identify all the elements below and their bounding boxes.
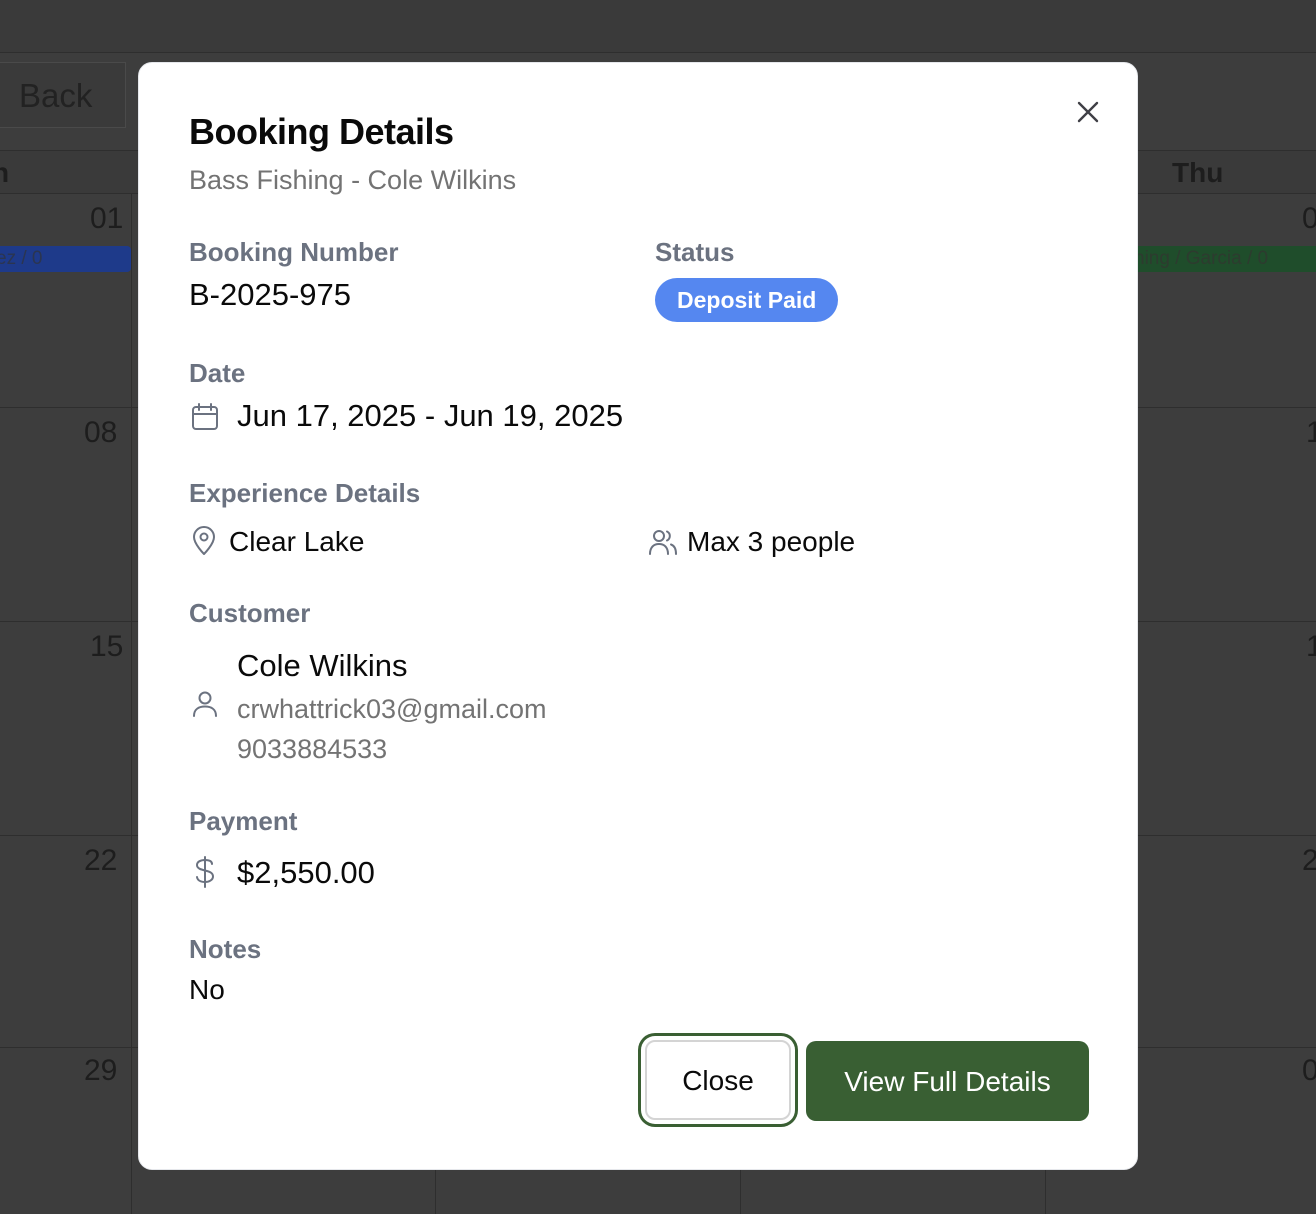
date-number: 01 — [90, 202, 124, 235]
customer-phone: 9033884533 — [237, 734, 388, 764]
notes-value: No — [189, 974, 225, 1005]
users-icon — [649, 530, 677, 555]
calendar-event[interactable]: ez / 0 — [0, 246, 131, 272]
location: Clear Lake — [229, 526, 365, 557]
date-label: Date — [189, 358, 246, 388]
status-label: Status — [655, 237, 735, 267]
customer-email: crwhattrick03@gmail.com — [237, 694, 547, 724]
dialog-title: Booking Details — [189, 111, 454, 152]
date-number: 1 — [1306, 630, 1316, 663]
date-number: 0 — [1302, 1054, 1316, 1087]
dialog-subtitle: Bass Fishing - Cole Wilkins — [189, 165, 517, 195]
date-number: 2 — [1302, 844, 1316, 877]
calendar-event[interactable]: hing / Garcia / 0 — [1128, 246, 1316, 272]
booking-number: B-2025-975 — [189, 277, 352, 312]
payment-label: Payment — [189, 806, 298, 836]
back-button[interactable]: Back — [0, 62, 126, 128]
capacity: Max 3 people — [687, 526, 856, 557]
top-bar — [0, 0, 1316, 53]
close-button[interactable]: Close — [645, 1040, 791, 1120]
payment-amount: $2,550.00 — [237, 855, 375, 890]
map-pin-icon — [193, 526, 215, 555]
day-name-thu: Thu — [1172, 157, 1224, 188]
booking-number-label: Booking Number — [189, 237, 399, 267]
date-range: Jun 17, 2025 - Jun 19, 2025 — [237, 398, 624, 433]
customer-label: Customer — [189, 598, 311, 628]
calendar-icon — [192, 403, 218, 430]
date-number: 0 — [1302, 202, 1316, 235]
date-number: 08 — [84, 416, 118, 449]
status-badge: Deposit Paid — [655, 278, 839, 322]
user-icon — [193, 691, 217, 717]
view-full-details-button[interactable]: View Full Details — [806, 1041, 1089, 1121]
back-button-label: Back — [19, 77, 93, 114]
customer-name: Cole Wilkins — [237, 648, 408, 683]
booking-details-dialog: Booking Details Bass Fishing - Cole Wilk… — [138, 62, 1138, 1170]
close-icon[interactable] — [1075, 99, 1101, 125]
notes-label: Notes — [189, 934, 262, 964]
date-number: 1 — [1306, 416, 1316, 449]
day-name-partial: n — [0, 157, 10, 188]
date-number: 22 — [84, 844, 118, 877]
date-number: 29 — [84, 1054, 118, 1087]
dollar-icon — [195, 856, 215, 888]
experience-label: Experience Details — [189, 478, 421, 508]
date-number: 15 — [90, 630, 124, 663]
